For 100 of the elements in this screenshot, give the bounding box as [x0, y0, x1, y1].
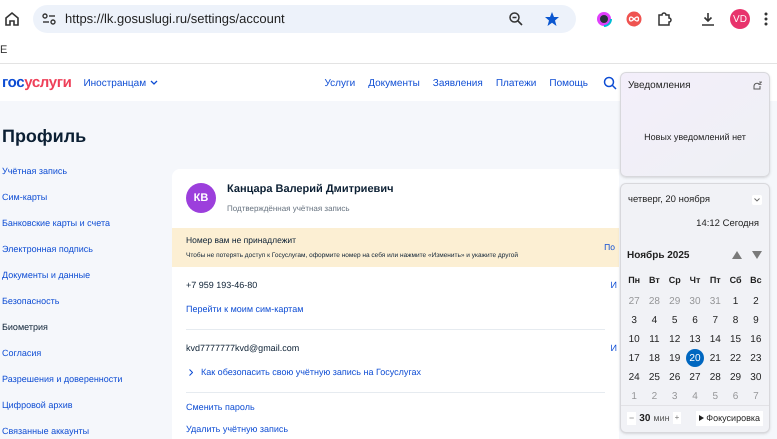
- nav-link[interactable]: Услуги: [324, 76, 356, 90]
- weekday-label: Вс: [749, 274, 763, 286]
- sidebar-link[interactable]: Электронная подпись: [2, 243, 172, 256]
- calendar-day[interactable]: 7: [706, 311, 724, 329]
- calendar-day[interactable]: 2: [746, 292, 765, 310]
- nav-link[interactable]: Помощь: [549, 76, 588, 90]
- chevron-down-icon: [150, 80, 158, 86]
- puzzle-icon[interactable]: [656, 11, 672, 27]
- focus-button[interactable]: Фокусировка: [696, 410, 763, 426]
- contact-value: +7 959 193-46-80: [186, 278, 258, 292]
- bookmark-item[interactable]: Е: [0, 42, 8, 59]
- nav-link[interactable]: Платежи: [496, 76, 536, 90]
- weekday-label: Сб: [728, 274, 743, 286]
- url-text: https://lk.gosuslugi.ru/settings/account: [65, 10, 286, 28]
- sidebar-link[interactable]: Связанные аккаунты: [2, 425, 172, 438]
- calendar-day[interactable]: 16: [746, 330, 765, 348]
- notifications-title: Уведомления: [628, 79, 691, 93]
- calendar-day[interactable]: 9: [746, 311, 765, 329]
- nav-link[interactable]: Заявления: [432, 76, 483, 90]
- calendar-day[interactable]: 18: [645, 349, 664, 367]
- sidebar-link[interactable]: Разрешения и доверенности: [2, 373, 172, 386]
- calendar-day[interactable]: 14: [706, 330, 724, 348]
- calendar-day[interactable]: 4: [645, 311, 664, 329]
- edit-link[interactable]: И: [610, 278, 617, 292]
- nav-link[interactable]: Документы: [368, 76, 420, 90]
- calendar-day[interactable]: 23: [746, 349, 765, 367]
- play-icon: [699, 415, 704, 422]
- next-month-icon[interactable]: [752, 251, 762, 259]
- calendar-day[interactable]: 5: [666, 311, 684, 329]
- chevron-right-icon: [189, 369, 193, 376]
- site-logo[interactable]: госуслуги: [2, 72, 72, 94]
- calendar-day[interactable]: 15: [726, 330, 745, 348]
- calendar-day[interactable]: 21: [706, 349, 724, 367]
- calendar-day[interactable]: 12: [666, 330, 684, 348]
- warning-action-link[interactable]: По: [604, 240, 615, 254]
- calendar-day[interactable]: 28: [706, 368, 724, 386]
- calendar-time: 14:12 Сегодня: [695, 217, 760, 232]
- weekday-label: Чт: [688, 274, 702, 286]
- infinity-icon[interactable]: [626, 11, 642, 27]
- calendar-day[interactable]: 22: [726, 349, 745, 367]
- calendar-day[interactable]: 17: [625, 349, 644, 367]
- sidebar-link[interactable]: Учётная запись: [2, 165, 172, 178]
- audience-dropdown[interactable]: Иностранцам: [83, 76, 158, 90]
- sidebar-link[interactable]: Биометрия: [2, 321, 172, 334]
- weekday-label: Пт: [708, 274, 722, 286]
- sidebar-link[interactable]: Банковские карты и счета: [2, 217, 172, 230]
- calendar-day[interactable]: 25: [645, 368, 664, 386]
- previous-month-icon[interactable]: [732, 251, 742, 259]
- weekday-label: Ср: [668, 274, 682, 287]
- page-title: Профиль: [2, 125, 86, 148]
- user-avatar: КВ: [186, 182, 216, 213]
- calendar-day[interactable]: 27: [686, 368, 704, 386]
- calendar-day[interactable]: 8: [726, 311, 745, 329]
- focus-minutes: 30: [639, 412, 650, 426]
- weekday-label: Вт: [648, 274, 661, 286]
- security-tips-link[interactable]: Как обезопасить свою учётную запись на Госуслугах: [201, 366, 421, 380]
- calendar-day[interactable]: 20: [686, 349, 704, 367]
- calendar-day[interactable]: 1: [726, 292, 745, 310]
- more-menu-icon[interactable]: [764, 11, 768, 27]
- site-settings-icon[interactable]: [41, 12, 57, 26]
- color-circle-icon[interactable]: [596, 11, 612, 27]
- contact-value: kvd7777777kvd@gmail.com: [186, 342, 300, 355]
- chevron-down-icon: [754, 198, 760, 202]
- calendar-day[interactable]: 26: [666, 368, 684, 386]
- address-bar[interactable]: https://lk.gosuslugi.ru/settings/account: [33, 5, 576, 33]
- home-icon[interactable]: [3, 10, 21, 28]
- account-action-link[interactable]: Сменить пароль: [186, 402, 605, 412]
- calendar-day[interactable]: 6: [686, 311, 704, 329]
- calendar-day[interactable]: 30: [746, 368, 765, 386]
- increase-button[interactable]: +: [672, 412, 682, 424]
- calendar-day[interactable]: 29: [726, 368, 745, 386]
- month-title: Ноябрь 2025: [627, 248, 690, 262]
- empty-notifications-text: Новых уведомлений нет: [643, 131, 747, 144]
- search-icon[interactable]: [603, 76, 617, 90]
- sidebar-link[interactable]: Согласия: [2, 347, 172, 360]
- profile-avatar[interactable]: VD: [730, 9, 750, 29]
- account-action-link[interactable]: Удалить учётную запись: [186, 424, 605, 434]
- collapse-button[interactable]: [752, 195, 762, 206]
- do-not-disturb-icon: [752, 80, 762, 90]
- sidebar-link[interactable]: Цифровой архив: [2, 399, 172, 412]
- calendar-day[interactable]: 13: [686, 330, 704, 348]
- calendar-day[interactable]: 3: [625, 311, 644, 329]
- calendar-day[interactable]: 24: [625, 368, 644, 386]
- calendar-day[interactable]: 11: [645, 330, 664, 348]
- account-status: Подтверждённая учётная запись: [227, 202, 351, 214]
- edit-link[interactable]: И: [610, 342, 617, 355]
- sidebar-link[interactable]: Сим-карты: [2, 191, 172, 204]
- calendar-day[interactable]: 19: [666, 349, 684, 367]
- minutes-unit: мин: [653, 412, 670, 424]
- user-name: Канцара Валерий Дмитриевич: [227, 182, 394, 197]
- warning-title: Номер вам не принадлежит: [186, 234, 298, 246]
- download-icon[interactable]: [700, 11, 716, 27]
- weekday-label: Пн: [627, 274, 642, 286]
- star-icon[interactable]: [544, 11, 560, 27]
- decrease-button[interactable]: −: [627, 412, 636, 425]
- calendar-day[interactable]: 10: [625, 330, 644, 348]
- zoom-icon[interactable]: [508, 11, 524, 27]
- sidebar-link[interactable]: Документы и данные: [2, 269, 172, 282]
- sidebar-link[interactable]: Безопасность: [2, 295, 172, 308]
- sim-cards-link[interactable]: Перейти к моим сим-картам: [186, 303, 605, 316]
